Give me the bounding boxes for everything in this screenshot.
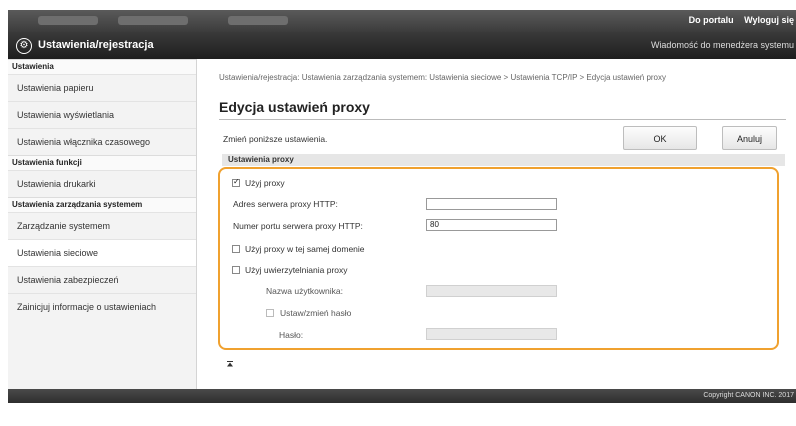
password-input[interactable]	[426, 328, 557, 340]
sidebar-item-security[interactable]: Ustawienia zabezpieczeń	[8, 266, 196, 293]
footer: Copyright CANON INC. 2017	[8, 389, 796, 403]
http-server-input[interactable]	[426, 198, 557, 210]
settings-icon: ⚙	[16, 38, 32, 54]
sidebar-item-printer[interactable]: Ustawienia drukarki	[8, 170, 196, 197]
use-proxy-label: Użyj proxy	[245, 178, 285, 188]
section-header-proxy: Ustawienia proxy	[222, 154, 785, 166]
password-label: Hasło:	[279, 330, 304, 340]
blurred-region	[118, 16, 188, 25]
scroll-to-top-icon[interactable]	[227, 361, 233, 367]
breadcrumb: Ustawienia/rejestracja: Ustawienia zarzą…	[219, 73, 667, 82]
sidebar-item-paper[interactable]: Ustawienia papieru	[8, 74, 196, 101]
set-password-label: Ustaw/zmień hasło	[280, 308, 352, 318]
set-password-checkbox[interactable]	[266, 309, 274, 317]
message-to-admin-link[interactable]: Wiadomość do menedżera systemu	[651, 40, 794, 50]
sidebar-item-timer[interactable]: Ustawienia włącznika czasowego	[8, 128, 196, 155]
port-input[interactable]: 80	[426, 219, 557, 231]
username-label: Nazwa użytkownika:	[266, 286, 344, 296]
blurred-region	[38, 16, 98, 25]
instruction-text: Zmień poniższe ustawienia.	[223, 134, 328, 144]
app-title: Ustawienia/rejestracja	[38, 39, 154, 51]
same-domain-checkbox[interactable]	[232, 245, 240, 253]
username-input[interactable]	[426, 285, 557, 297]
sidebar-section-functions: Ustawienia funkcji	[8, 155, 196, 170]
blurred-region	[228, 16, 288, 25]
top-bar: Do portalu Wyloguj się	[8, 10, 796, 32]
title-bar: ⚙ Ustawienia/rejestracja Wiadomość do me…	[8, 32, 796, 59]
cancel-button[interactable]: Anuluj	[722, 126, 777, 150]
ok-button[interactable]: OK	[623, 126, 697, 150]
logout-link[interactable]: Wyloguj się	[744, 15, 794, 25]
sidebar-item-system-management[interactable]: Zarządzanie systemem	[8, 212, 196, 239]
http-server-label: Adres serwera proxy HTTP:	[233, 199, 338, 209]
auth-label: Użyj uwierzytelniania proxy	[245, 265, 348, 275]
sidebar-item-display[interactable]: Ustawienia wyświetlania	[8, 101, 196, 128]
sidebar-item-initialize[interactable]: Zainicjuj informacje o ustawieniach	[8, 293, 196, 320]
sidebar-section-system: Ustawienia zarządzania systemem	[8, 197, 196, 212]
copyright-text: Copyright CANON INC. 2017	[703, 392, 794, 399]
sidebar: Ustawienia Ustawienia papieru Ustawienia…	[8, 59, 197, 389]
page-title: Edycja ustawień proxy	[219, 99, 370, 115]
portal-link[interactable]: Do portalu	[689, 15, 734, 25]
sidebar-item-network[interactable]: Ustawienia sieciowe	[8, 239, 196, 266]
port-label: Numer portu serwera proxy HTTP:	[233, 221, 363, 231]
use-proxy-checkbox[interactable]	[232, 177, 240, 187]
auth-checkbox[interactable]	[232, 266, 240, 274]
highlight-frame	[218, 167, 779, 350]
sidebar-section-settings: Ustawienia	[8, 59, 196, 74]
title-divider	[219, 119, 786, 120]
same-domain-label: Użyj proxy w tej samej domenie	[245, 244, 365, 254]
